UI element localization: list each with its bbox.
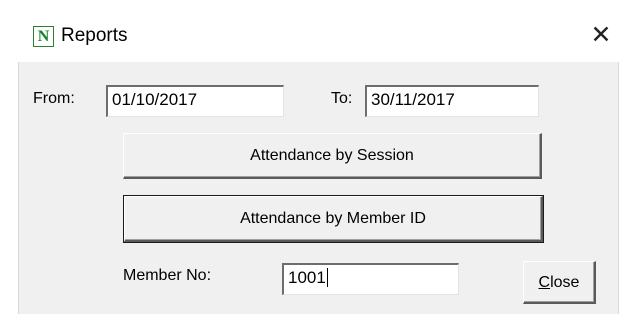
attendance-by-member-id-button[interactable]: Attendance by Member ID (123, 195, 544, 243)
close-mnemonic: C (538, 274, 551, 291)
close-icon[interactable]: ✕ (586, 20, 616, 50)
from-label: From: (33, 90, 75, 107)
window-border-right (618, 62, 619, 314)
title-bar: N Reports ✕ (0, 0, 628, 62)
app-icon: N (33, 26, 54, 47)
member-no-input[interactable]: 1001 (282, 263, 459, 295)
to-date-input[interactable]: 30/11/2017 (365, 85, 539, 117)
attendance-by-session-label: Attendance by Session (250, 147, 414, 164)
close-label-rest: lose (550, 274, 580, 291)
from-date-input[interactable]: 01/10/2017 (106, 85, 284, 117)
attendance-by-member-id-label: Attendance by Member ID (240, 210, 426, 227)
to-label: To: (331, 90, 353, 107)
text-caret (326, 267, 328, 287)
window-title: Reports (61, 25, 128, 46)
attendance-by-session-button[interactable]: Attendance by Session (123, 133, 542, 179)
close-button[interactable]: Close (523, 261, 596, 304)
member-no-label: Member No: (123, 267, 212, 284)
member-no-value: 1001 (288, 268, 326, 287)
close-button-label: Close (539, 262, 580, 303)
